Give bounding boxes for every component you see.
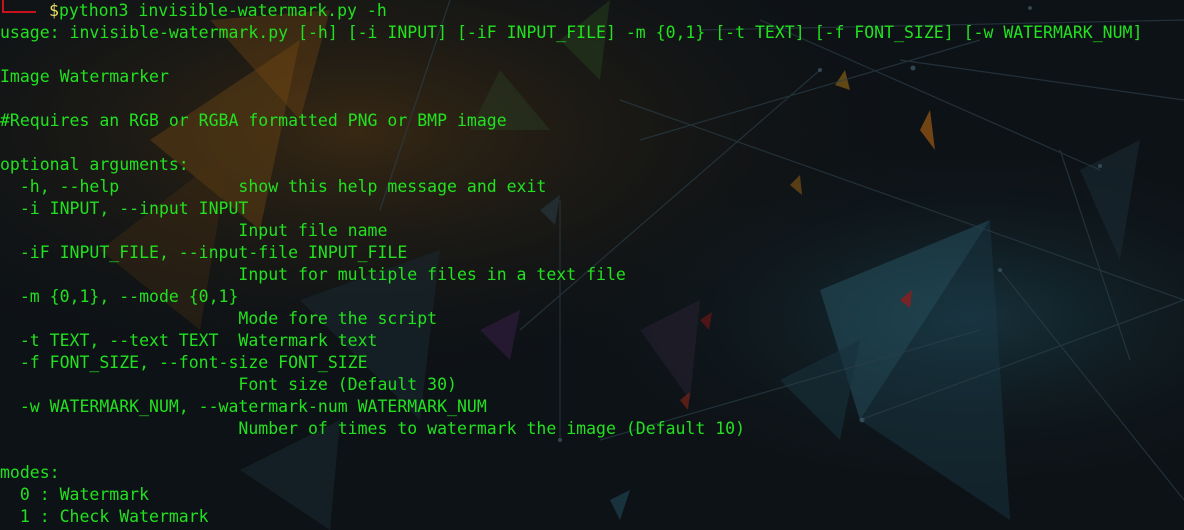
argument-line: -iF INPUT_FILE, --input-file INPUT_FILE	[0, 243, 408, 262]
argument-help-line: Number of times to watermark the image (…	[0, 419, 746, 438]
terminal-window[interactable]: $python3 invisible-watermark.py -h usage…	[0, 0, 1184, 530]
argument-line: -t TEXT, --text TEXT Watermark text	[0, 331, 378, 350]
prompt-symbol: $	[49, 1, 59, 20]
section-heading: optional arguments:	[0, 155, 189, 174]
command-prompt[interactable]: $python3 invisible-watermark.py -h	[0, 0, 387, 22]
requirements-line: #Requires an RGB or RGBA formatted PNG o…	[0, 111, 507, 130]
command-text: $python3 invisible-watermark.py -h	[49, 0, 387, 22]
argument-help-line: Input for multiple files in a text file	[0, 265, 626, 284]
command: python3 invisible-watermark.py -h	[58, 1, 387, 20]
argument-line: -f FONT_SIZE, --font-size FONT_SIZE	[0, 353, 368, 372]
usage-line: usage: invisible-watermark.py [-h] [-i I…	[0, 23, 1143, 42]
argument-line: -m {0,1}, --mode {0,1}	[0, 287, 239, 306]
argument-line: -w WATERMARK_NUM, --watermark-num WATERM…	[0, 397, 487, 416]
argument-line: -i INPUT, --input INPUT	[0, 199, 249, 218]
section-heading: modes:	[0, 463, 60, 482]
argument-line: -h, --help show this help message and ex…	[0, 177, 547, 196]
prompt-corner-icon	[2, 0, 36, 13]
mode-line: 1 : Check Watermark	[0, 507, 209, 526]
argument-help-line: Input file name	[0, 221, 388, 240]
description-line: Image Watermarker	[0, 67, 169, 86]
argument-help-line: Mode fore the script	[0, 309, 438, 328]
argument-help-line: Font size (Default 30)	[0, 375, 457, 394]
mode-line: 0 : Watermark	[0, 485, 150, 504]
